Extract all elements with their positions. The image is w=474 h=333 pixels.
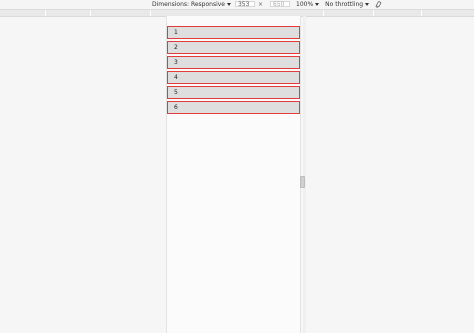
ruler-segment[interactable] bbox=[150, 10, 151, 16]
ruler-segment[interactable] bbox=[373, 10, 374, 16]
zoom-dropdown[interactable]: 100% bbox=[296, 0, 320, 8]
viewport-edge bbox=[303, 16, 306, 333]
rotate-icon-svg bbox=[375, 0, 382, 8]
list-item: 3 bbox=[167, 56, 300, 69]
list-item: 2 bbox=[167, 41, 300, 54]
dimensions-dropdown[interactable]: Dimensions: Responsive bbox=[152, 1, 225, 8]
throttling-chevron-down-icon bbox=[365, 2, 370, 6]
list-item: 6 bbox=[167, 101, 300, 114]
list-item: 4 bbox=[167, 71, 300, 84]
throttling-dropdown[interactable]: No throttling bbox=[325, 0, 370, 8]
device-viewport: 1 2 3 4 5 6 bbox=[166, 16, 301, 333]
ruler-segment[interactable] bbox=[90, 10, 91, 16]
width-input[interactable]: 353 bbox=[234, 1, 255, 8]
rotate-icon[interactable] bbox=[375, 0, 382, 8]
ruler-segment[interactable] bbox=[323, 10, 324, 16]
row-list: 1 2 3 4 5 6 bbox=[167, 26, 300, 114]
zoom-label: 100% bbox=[296, 0, 314, 8]
zoom-chevron-down-icon bbox=[315, 2, 320, 6]
throttling-label: No throttling bbox=[325, 0, 364, 8]
device-toolbar-controls: Dimensions: Responsive 353 × 650 100% No… bbox=[152, 0, 382, 8]
ruler-segment[interactable] bbox=[45, 10, 46, 16]
dimension-separator: × bbox=[257, 0, 264, 8]
viewport-resize-handle[interactable] bbox=[300, 176, 305, 188]
list-item: 5 bbox=[167, 86, 300, 99]
height-input[interactable]: 650 bbox=[270, 1, 291, 8]
ruler-segment[interactable] bbox=[421, 10, 422, 16]
device-toolbar: Dimensions: Responsive 353 × 650 100% No… bbox=[0, 0, 474, 8]
list-item: 1 bbox=[167, 26, 300, 39]
dimensions-chevron-down-icon bbox=[226, 2, 231, 6]
